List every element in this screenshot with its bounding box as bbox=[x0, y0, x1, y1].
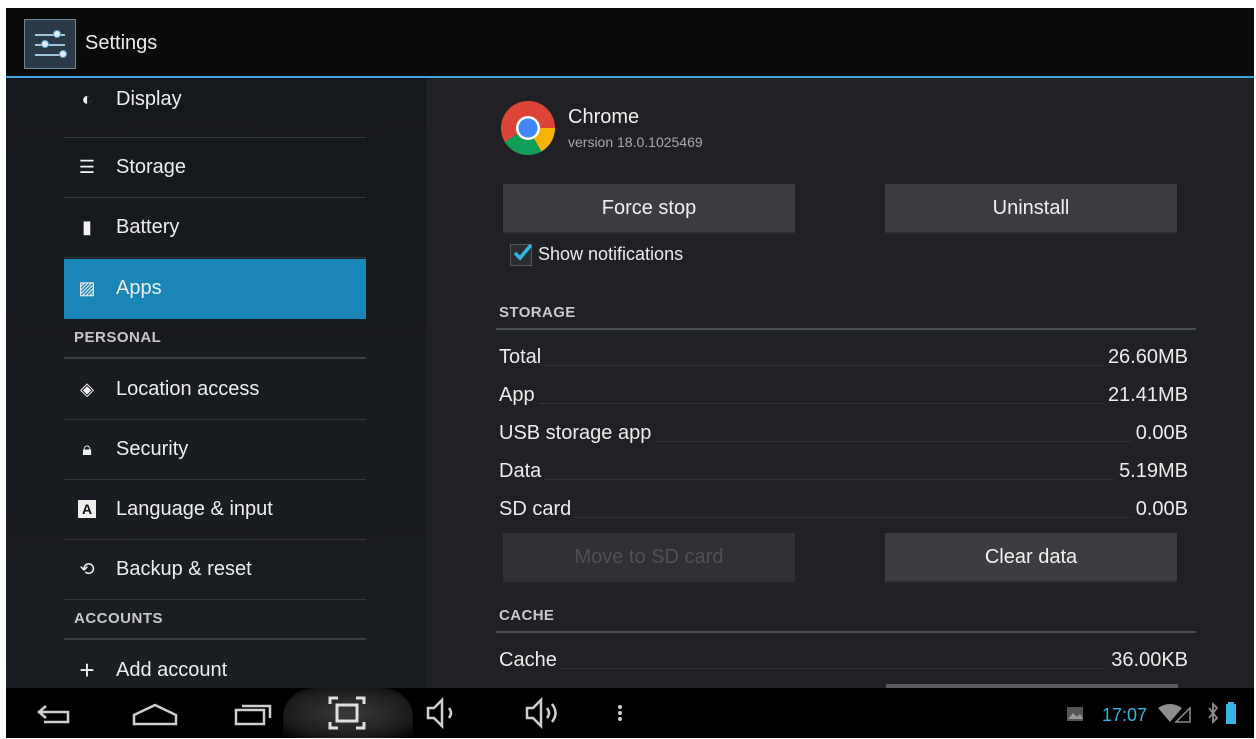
backup-icon: ⟲ bbox=[79, 559, 95, 579]
screenshot-icon[interactable] bbox=[322, 688, 372, 738]
row-label: SD card bbox=[499, 498, 576, 521]
move-to-sd-button[interactable]: Move to SD card bbox=[503, 533, 795, 583]
section-header-label: PERSONAL bbox=[74, 329, 162, 346]
sidebar-item-label: Language & input bbox=[116, 498, 273, 520]
sidebar-item-location[interactable]: ◈ Location access bbox=[64, 360, 366, 420]
storage-row-total: Total 26.60MB bbox=[499, 346, 1188, 372]
storage-row-usb: USB storage app 0.00B bbox=[499, 422, 1188, 448]
row-label: Data bbox=[499, 460, 546, 483]
sidebar-item-label: Storage bbox=[116, 156, 187, 178]
sidebar-item-storage[interactable]: ☰ Storage bbox=[64, 138, 366, 198]
system-navigation-bar: 17:07 bbox=[6, 688, 1254, 738]
show-notifications-checkbox[interactable] bbox=[510, 243, 533, 266]
volume-up-icon[interactable] bbox=[519, 688, 569, 738]
show-notifications-label: Show notifications bbox=[538, 244, 684, 264]
recent-apps-icon[interactable] bbox=[228, 688, 278, 738]
row-value: 21.41MB bbox=[1103, 384, 1188, 407]
storage-icon: ☰ bbox=[78, 157, 96, 177]
app-version: version 18.0.1025469 bbox=[568, 134, 703, 150]
gallery-notification-icon[interactable] bbox=[1064, 688, 1088, 738]
chrome-icon bbox=[501, 101, 555, 156]
row-value: 5.19MB bbox=[1115, 460, 1188, 483]
location-icon: ◈ bbox=[80, 379, 94, 399]
battery-status-icon bbox=[1224, 688, 1238, 738]
section-header-label: CACHE bbox=[499, 607, 555, 624]
sidebar-item-label: Add account bbox=[116, 659, 228, 681]
row-value: 0.00B bbox=[1131, 498, 1188, 521]
row-value: 0.00B bbox=[1131, 422, 1188, 445]
row-label: Cache bbox=[499, 649, 561, 672]
status-clock: 17:07 bbox=[1102, 705, 1148, 725]
tablet-screen: Settings ◐ Display ☰ Storage ▮ Battery ▨… bbox=[6, 8, 1254, 738]
app-title: Settings bbox=[85, 32, 158, 54]
storage-row-sdcard: SD card 0.00B bbox=[499, 498, 1188, 524]
storage-row-data: Data 5.19MB bbox=[499, 460, 1188, 486]
sidebar-item-label: Security bbox=[116, 438, 189, 460]
lock-icon: 🔒︎ bbox=[82, 439, 92, 459]
sidebar-item-label: Backup & reset bbox=[116, 558, 252, 580]
clear-data-button[interactable]: Clear data bbox=[885, 533, 1177, 583]
bluetooth-icon bbox=[1206, 688, 1220, 738]
back-icon[interactable] bbox=[26, 688, 76, 738]
wifi-signal-icon bbox=[1156, 688, 1192, 738]
sidebar-item-backup[interactable]: ⟲ Backup & reset bbox=[64, 540, 366, 600]
section-header-accounts: ACCOUNTS bbox=[64, 600, 366, 640]
sidebar-item-label: Location access bbox=[116, 378, 260, 400]
keyboard-icon: A bbox=[78, 500, 96, 518]
cache-row: Cache 36.00KB bbox=[499, 649, 1188, 675]
app-name: Chrome bbox=[568, 106, 640, 128]
checkmark-icon bbox=[513, 243, 533, 261]
row-label: USB storage app bbox=[499, 422, 656, 445]
storage-row-app: App 21.41MB bbox=[499, 384, 1188, 410]
row-value: 26.60MB bbox=[1103, 346, 1188, 369]
settings-sidebar: ◐ Display ☰ Storage ▮ Battery ▨ Apps PER… bbox=[6, 78, 426, 688]
volume-down-icon[interactable] bbox=[420, 688, 470, 738]
section-header-personal: PERSONAL bbox=[64, 319, 366, 359]
row-value: 36.00KB bbox=[1107, 649, 1188, 672]
uninstall-button[interactable]: Uninstall bbox=[885, 184, 1177, 234]
sidebar-item-battery[interactable]: ▮ Battery bbox=[64, 198, 366, 258]
battery-icon: ▮ bbox=[82, 217, 92, 237]
section-header-label: STORAGE bbox=[499, 304, 576, 321]
sidebar-item-display[interactable]: ◐ Display bbox=[64, 78, 366, 138]
cache-section-header: CACHE bbox=[496, 601, 1196, 633]
settings-icon[interactable] bbox=[24, 19, 76, 69]
apps-icon: ▨ bbox=[78, 278, 96, 298]
sidebar-item-label: Display bbox=[116, 88, 182, 110]
app-info-pane: Chrome version 18.0.1025469 Force stop U… bbox=[426, 78, 1254, 688]
action-bar: Settings bbox=[6, 8, 1254, 78]
row-label: Total bbox=[499, 346, 546, 369]
force-stop-button[interactable]: Force stop bbox=[503, 184, 795, 234]
home-icon[interactable] bbox=[128, 688, 182, 738]
storage-section-header: STORAGE bbox=[496, 298, 1196, 330]
plus-icon: + bbox=[79, 655, 95, 685]
row-label: App bbox=[499, 384, 539, 407]
section-header-label: ACCOUNTS bbox=[74, 610, 163, 627]
display-icon: ◐ bbox=[81, 89, 93, 109]
sidebar-item-language[interactable]: A Language & input bbox=[64, 480, 366, 540]
menu-icon[interactable] bbox=[606, 688, 636, 738]
sidebar-item-apps[interactable]: ▨ Apps bbox=[64, 259, 366, 319]
sidebar-item-label: Apps bbox=[116, 277, 162, 299]
sidebar-item-label: Battery bbox=[116, 216, 180, 238]
sidebar-item-security[interactable]: 🔒︎ Security bbox=[64, 420, 366, 480]
